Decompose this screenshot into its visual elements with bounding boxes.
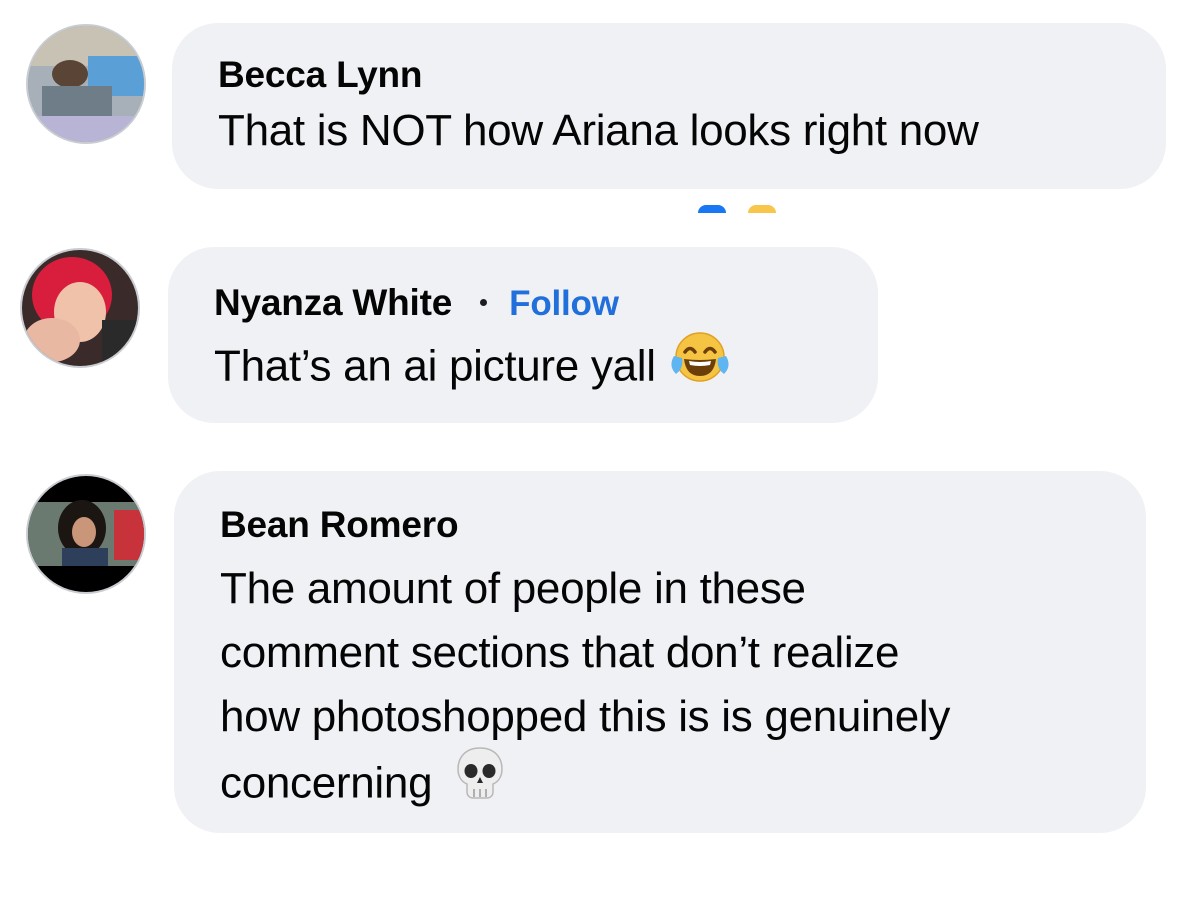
reaction-like-icon[interactable] [698, 205, 726, 213]
comment-text: That’s an ai picture yall [214, 332, 878, 404]
comment-text-content: That’s an ai picture yall [214, 341, 656, 391]
comment-author[interactable]: Bean Romero [220, 503, 1146, 547]
comment-text-line: The amount of people in these [220, 564, 806, 613]
comment-text-line: concerning [220, 758, 433, 808]
avatar[interactable] [26, 474, 146, 594]
avatar-photo [22, 250, 138, 366]
comment-header: Nyanza White Follow [214, 281, 878, 326]
comment-text-line: how photoshopped this is is genuinely [220, 692, 951, 741]
comment-text: The amount of people in these comment se… [220, 557, 1146, 823]
avatar[interactable] [26, 24, 146, 144]
avatar-photo [28, 26, 144, 142]
reaction-haha-icon[interactable] [748, 205, 776, 213]
face-with-tears-of-joy-icon [670, 330, 730, 400]
comment-text: That is NOT how Ariana looks right now [218, 106, 979, 155]
separator-dot [480, 298, 488, 306]
avatar-photo [28, 476, 144, 592]
follow-button[interactable]: Follow [509, 284, 619, 323]
comment-text-line: comment sections that don’t realize [220, 628, 900, 677]
avatar[interactable] [20, 248, 140, 368]
comment-text-line-last: concerning [220, 747, 1146, 823]
skull-icon [454, 745, 506, 819]
comment-bubble: Bean Romero The amount of people in thes… [174, 471, 1146, 833]
comment-bubble: Becca Lynn That is NOT how Ariana looks … [172, 23, 1166, 189]
comment-author[interactable]: Nyanza White [214, 282, 452, 323]
comment-bubble: Nyanza White Follow That’s an ai picture … [168, 247, 878, 423]
comment-author[interactable]: Becca Lynn [218, 53, 1166, 97]
